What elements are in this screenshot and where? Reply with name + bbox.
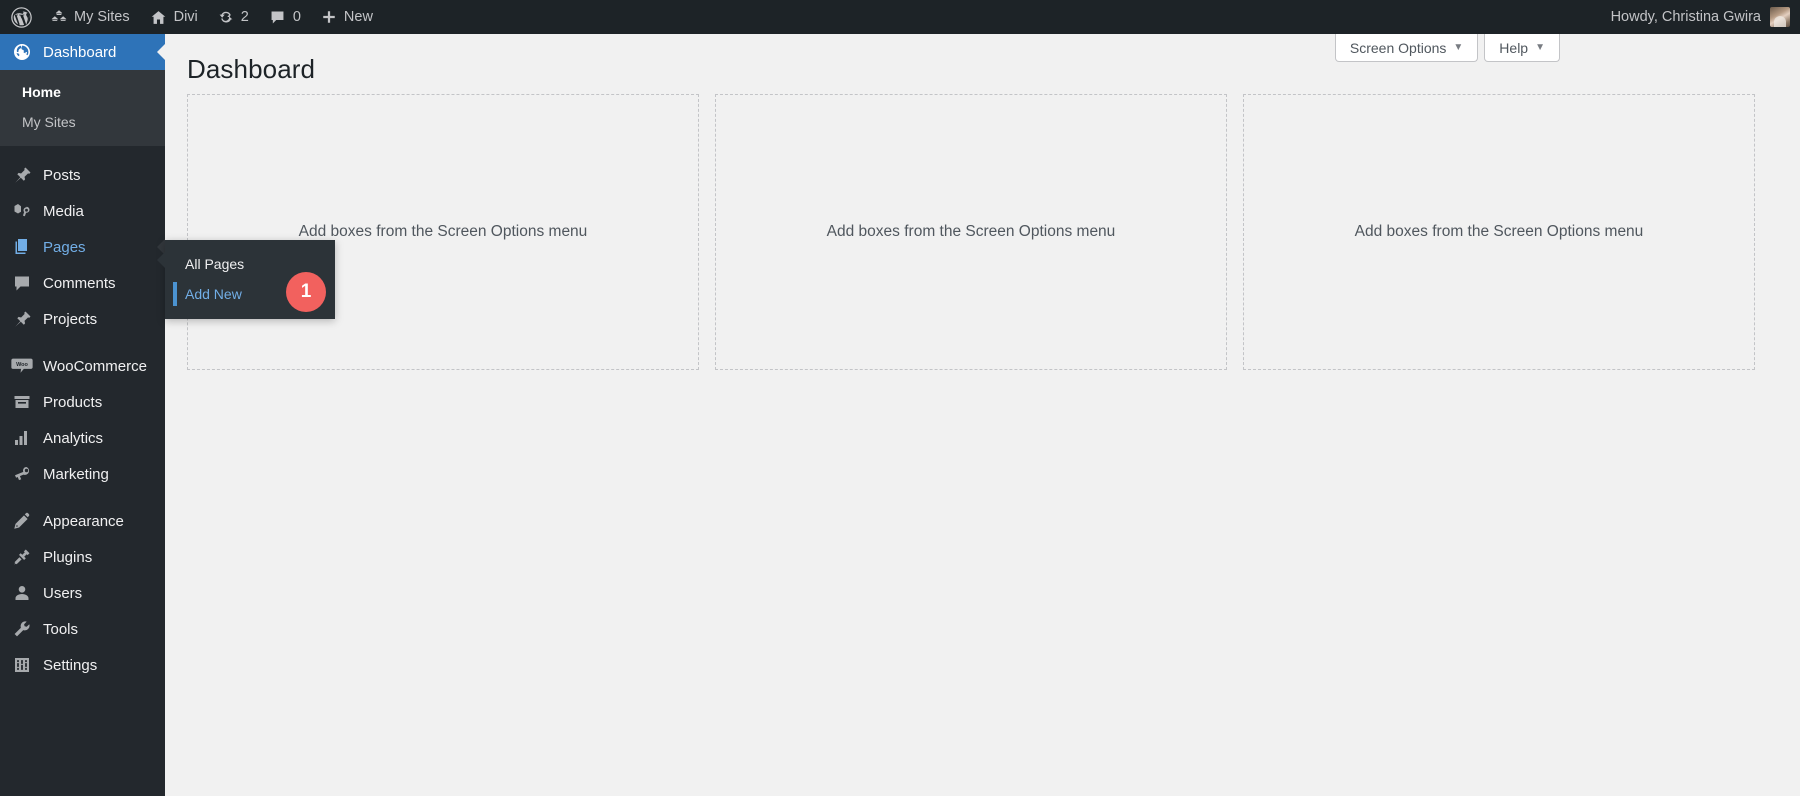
sidebar-separator-2 [0, 337, 165, 348]
tools-icon [11, 618, 33, 640]
sidebar-item-users[interactable]: Users [0, 575, 165, 611]
sidebar-label-appearance: Appearance [43, 512, 124, 530]
dashboard-widget-columns: Add boxes from the Screen Options menu A… [187, 94, 1755, 370]
comments-icon [11, 272, 33, 294]
page-body: Screen Options ▼ Help ▼ Dashboard Add bo… [165, 34, 1800, 796]
sidebar-separator-1 [0, 146, 165, 157]
sidebar-label-pages: Pages [43, 238, 86, 256]
chevron-down-icon: ▼ [1535, 41, 1545, 53]
sidebar-label-analytics: Analytics [43, 429, 104, 447]
plugins-icon [11, 546, 33, 568]
admin-bar-item-my-account[interactable]: Howdy, Christina Gwira [1601, 0, 1800, 34]
sidebar-label-woocommerce: WooCommerce [43, 357, 147, 375]
dashboard-column-1[interactable]: Add boxes from the Screen Options menu [187, 94, 699, 370]
appearance-icon [11, 510, 33, 532]
sidebar-separator-3 [0, 492, 165, 503]
sidebar-item-marketing[interactable]: Marketing [0, 456, 165, 492]
sidebar-submenu-dashboard: Home My Sites [0, 70, 165, 146]
sidebar-label-products: Products [43, 393, 103, 411]
admin-bar-item-my-sites[interactable]: My Sites [41, 0, 140, 34]
projects-pin-icon [11, 308, 33, 330]
marketing-icon [11, 463, 33, 485]
sidebar-item-media[interactable]: Media [0, 193, 165, 229]
help-label: Help [1499, 39, 1529, 56]
sidebar-item-projects[interactable]: Projects [0, 301, 165, 337]
wordpress-logo-button[interactable] [0, 0, 41, 34]
admin-bar-item-comments[interactable]: 0 [259, 0, 311, 34]
sidebar-label-media: Media [43, 202, 84, 220]
media-icon [11, 200, 33, 222]
analytics-icon [11, 427, 33, 449]
empty-column-hint: Add boxes from the Screen Options menu [1354, 223, 1644, 240]
sidebar-label-dashboard: Dashboard [43, 43, 117, 61]
sidebar-subitem-home[interactable]: Home [0, 77, 165, 107]
posts-pin-icon [11, 164, 33, 186]
help-button[interactable]: Help ▼ [1484, 34, 1560, 62]
admin-bar-label-site-name: Divi [173, 9, 198, 25]
users-icon [11, 582, 33, 604]
admin-bar-item-new[interactable]: New [311, 0, 383, 34]
woocommerce-icon: Woo [11, 355, 33, 377]
admin-bar-label-new: New [343, 9, 373, 25]
admin-bar-label-my-sites: My Sites [74, 9, 130, 25]
admin-bar: My Sites Divi 2 0 New Howdy, Christina G… [0, 0, 1800, 34]
sidebar-item-pages[interactable]: Pages [0, 229, 165, 265]
sidebar-label-projects: Projects [43, 310, 98, 328]
admin-sidebar-menu: Dashboard Home My Sites Posts Media Page… [0, 34, 165, 796]
empty-column-hint: Add boxes from the Screen Options menu [826, 223, 1116, 240]
pages-icon [11, 236, 33, 258]
plus-icon [321, 9, 337, 25]
sidebar-item-posts[interactable]: Posts [0, 157, 165, 193]
sidebar-item-appearance[interactable]: Appearance [0, 503, 165, 539]
sidebar-label-marketing: Marketing [43, 465, 109, 483]
wordpress-logo-icon [11, 6, 32, 28]
sidebar-subitem-my-sites[interactable]: My Sites [0, 107, 165, 137]
chevron-down-icon: ▼ [1453, 41, 1464, 53]
sidebar-item-analytics[interactable]: Analytics [0, 420, 165, 456]
dashboard-icon [11, 41, 33, 63]
sidebar-item-products[interactable]: Products [0, 384, 165, 420]
admin-bar-item-site-name[interactable]: Divi [140, 0, 208, 34]
settings-icon [11, 654, 33, 676]
svg-text:Woo: Woo [16, 362, 28, 368]
admin-bar-item-updates[interactable]: 2 [208, 0, 259, 34]
sidebar-label-plugins: Plugins [43, 548, 93, 566]
sidebar-label-settings: Settings [43, 656, 98, 674]
page-title: Dashboard [187, 54, 316, 84]
home-icon [150, 9, 167, 26]
sites-icon [51, 9, 67, 25]
sidebar-label-posts: Posts [43, 166, 81, 184]
howdy-greeting: Howdy, Christina Gwira [1610, 9, 1761, 25]
products-icon [11, 391, 33, 413]
sidebar-label-comments: Comments [43, 274, 116, 292]
avatar [1770, 7, 1790, 27]
comments-icon [269, 9, 286, 26]
dashboard-column-2[interactable]: Add boxes from the Screen Options menu [715, 94, 1227, 370]
empty-column-hint: Add boxes from the Screen Options menu [298, 223, 588, 240]
sidebar-label-tools: Tools [43, 620, 79, 638]
sidebar-item-tools[interactable]: Tools [0, 611, 165, 647]
dashboard-column-3[interactable]: Add boxes from the Screen Options menu [1243, 94, 1755, 370]
step-badge-1: 1 [286, 272, 326, 312]
sidebar-item-settings[interactable]: Settings [0, 647, 165, 683]
sidebar-item-woocommerce[interactable]: Woo WooCommerce [0, 348, 165, 384]
sidebar-item-comments[interactable]: Comments [0, 265, 165, 301]
screen-options-label: Screen Options [1349, 39, 1447, 56]
screen-options-button[interactable]: Screen Options ▼ [1334, 34, 1479, 62]
screen-meta-links: Screen Options ▼ Help ▼ [1334, 34, 1560, 62]
admin-bar-label-comments-count: 0 [292, 9, 301, 25]
sidebar-item-dashboard[interactable]: Dashboard [0, 34, 165, 70]
sidebar-flyout-pages: All Pages Add New 1 [157, 240, 335, 319]
sidebar-item-plugins[interactable]: Plugins [0, 539, 165, 575]
updates-icon [218, 9, 234, 25]
admin-bar-label-updates-count: 2 [240, 9, 249, 25]
sidebar-label-users: Users [43, 584, 83, 602]
